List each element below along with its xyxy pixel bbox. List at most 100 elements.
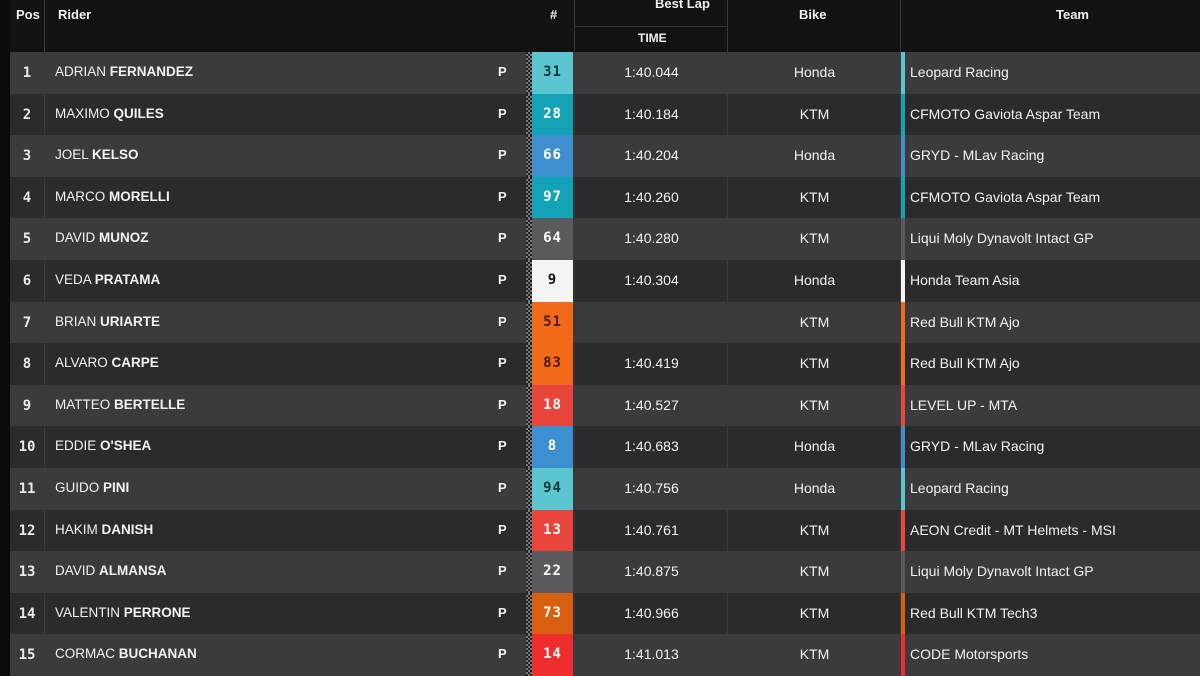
rider-first-name: MAXIMO [55,105,110,121]
table-row[interactable]: 5 DAVID MUNOZ P 64 1:40.280 KTM Liqui Moly Dyn… [10,218,1200,260]
team-color-bar [901,218,905,260]
team-color-bar [901,343,905,385]
best-lap-time: 1:40.761 [624,521,679,538]
table-row[interactable]: 13 DAVID ALMANSA P 22 1:40.875 KTM Liqui Moly … [10,551,1200,593]
best-lap-time: 1:40.756 [624,480,679,496]
team-name: CODE Motorsports [910,646,1029,663]
team-name: Honda Team Asia [910,272,1020,288]
position-cell: 15 [18,647,36,664]
position-cell: 7 [22,314,32,331]
rider-last-name: MUNOZ [99,230,149,246]
team-color-bar [901,52,905,94]
rider-name: ADRIAN FERNANDEZ [55,64,193,79]
table-row[interactable]: 9 MATTEO BERTELLE P 18 1:40.527 KTM LEVEL UP -… [10,384,1200,427]
bike-manufacturer: Honda [793,272,836,288]
rider-first-name: MARCO [55,188,106,204]
table-row[interactable]: 11 GUIDO PINI P 94 1:40.756 Honda Leopard Raci… [10,468,1200,510]
p-status-icon: P [498,64,507,79]
rider-last-name: QUILES [113,105,164,121]
table-row[interactable]: 15 CORMAC BUCHANAN P 14 1:41.013 KTM CODE Moto… [10,634,1200,676]
rider-name: JOEL KELSO [55,147,139,162]
team-name: LEVEL UP - MTA [910,396,1018,413]
header-number: # [550,7,558,22]
rider-name: ALVARO CARPE [55,355,159,370]
rider-first-name: ALVARO [55,355,108,371]
table-row[interactable]: 1 ADRIAN FERNANDEZ P 31 1:40.044 Honda Leopard… [10,52,1200,94]
rider-last-name: MORELLI [109,188,170,204]
rider-name: EDDIE O'SHEA [55,438,151,453]
team-color-bar [901,551,905,593]
best-lap-time: 1:41.013 [624,646,679,663]
bike-manufacturer: KTM [799,604,830,621]
p-status-icon: P [498,272,507,287]
rider-name: HAKIM DANISH [55,522,153,537]
team-name: Liqui Moly Dynavolt Intact GP [910,230,1094,247]
table-row[interactable]: 14 VALENTIN PERRONE P 73 1:40.966 KTM Red Bull… [10,592,1200,635]
bike-manufacturer: KTM [799,521,830,538]
header-pos: Pos [16,7,40,22]
rider-name: DAVID MUNOZ [55,230,149,245]
team-name: GRYD - MLav Racing [910,438,1045,455]
rider-name: VEDA PRATAMA [55,272,160,287]
rider-number-badge: 18 [532,384,573,427]
bike-manufacturer: KTM [799,188,830,205]
position-cell: 5 [22,231,32,248]
table-row[interactable]: 12 HAKIM DANISH P 13 1:40.761 KTM AEON Credit … [10,509,1200,552]
bike-manufacturer: KTM [799,396,830,413]
p-status-icon: P [498,480,507,495]
rider-first-name: CORMAC [55,646,115,662]
rider-number-badge: 9 [532,260,573,302]
table-row[interactable]: 4 MARCO MORELLI P 97 1:40.260 KTM CFMOTO Gavio… [10,176,1200,219]
p-status-icon: P [498,147,507,163]
column-divider [44,0,45,675]
best-lap-time: 1:40.044 [624,64,679,80]
best-lap-time: 1:40.527 [624,396,679,413]
rider-number-badge: 22 [532,551,573,593]
rider-first-name: HAKIM [55,521,98,537]
table-row[interactable]: 8 ALVARO CARPE P 83 1:40.419 KTM Red Bull KTM … [10,343,1200,385]
team-name: CFMOTO Gaviota Aspar Team [910,105,1101,122]
table-row[interactable]: 2 MAXIMO QUILES P 28 1:40.184 KTM CFMOTO Gavio… [10,93,1200,136]
bike-manufacturer: KTM [799,563,830,580]
rider-number-badge: 94 [532,468,573,510]
position-cell: 4 [22,189,32,206]
bike-manufacturer: Honda [793,480,836,496]
position-cell: 1 [22,65,32,81]
team-color-bar [901,301,905,344]
rider-number-badge: 28 [532,93,573,136]
team-color-bar [901,468,905,510]
best-lap-time: 1:40.966 [624,604,679,621]
rider-name: BRIAN URIARTE [55,314,160,329]
team-color-bar [901,93,905,136]
team-name: AEON Credit - MT Helmets - MSI [910,521,1116,538]
p-status-icon: P [498,563,507,579]
table-row[interactable]: 6 VEDA PRATAMA P 9 1:40.304 Honda Honda Team A… [10,260,1200,302]
best-lap-time: 1:40.875 [624,563,679,580]
rider-number-badge: 51 [532,301,573,344]
team-color-bar [901,592,905,635]
bike-manufacturer: KTM [799,355,830,372]
best-lap-time: 1:40.280 [624,230,679,247]
bike-manufacturer: Honda [793,64,836,80]
p-status-icon: P [498,646,507,662]
bike-manufacturer: KTM [799,230,830,247]
team-name: Liqui Moly Dynavolt Intact GP [910,563,1094,580]
header-divider [575,26,728,27]
rider-name: GUIDO PINI [55,480,129,495]
header-bike: Bike [799,7,827,22]
p-status-icon: P [498,604,507,620]
rider-number-badge: 66 [532,135,573,177]
rider-first-name: DAVID [55,563,96,579]
header-team: Team [1056,7,1089,22]
timing-table: Pos Rider # Best Lap TIME Bike Team 1 ADR… [10,0,1200,676]
table-row[interactable]: 10 EDDIE O'SHEA P 8 1:40.683 Honda GRYD - MLav… [10,426,1200,468]
rider-name: MAXIMO QUILES [55,106,164,121]
rider-last-name: BERTELLE [114,396,186,412]
team-color-bar [901,509,905,552]
bike-manufacturer: KTM [799,313,830,330]
table-row[interactable]: 3 JOEL KELSO P 66 1:40.204 Honda GRYD - MLav R… [10,135,1200,177]
team-name: Leopard Racing [910,64,1009,80]
table-row[interactable]: 7 BRIAN URIARTE P 51 KTM Red Bull KTM Ajo [10,301,1200,344]
header-best-lap: Best Lap [655,0,710,11]
team-name: Red Bull KTM Tech3 [910,604,1038,621]
